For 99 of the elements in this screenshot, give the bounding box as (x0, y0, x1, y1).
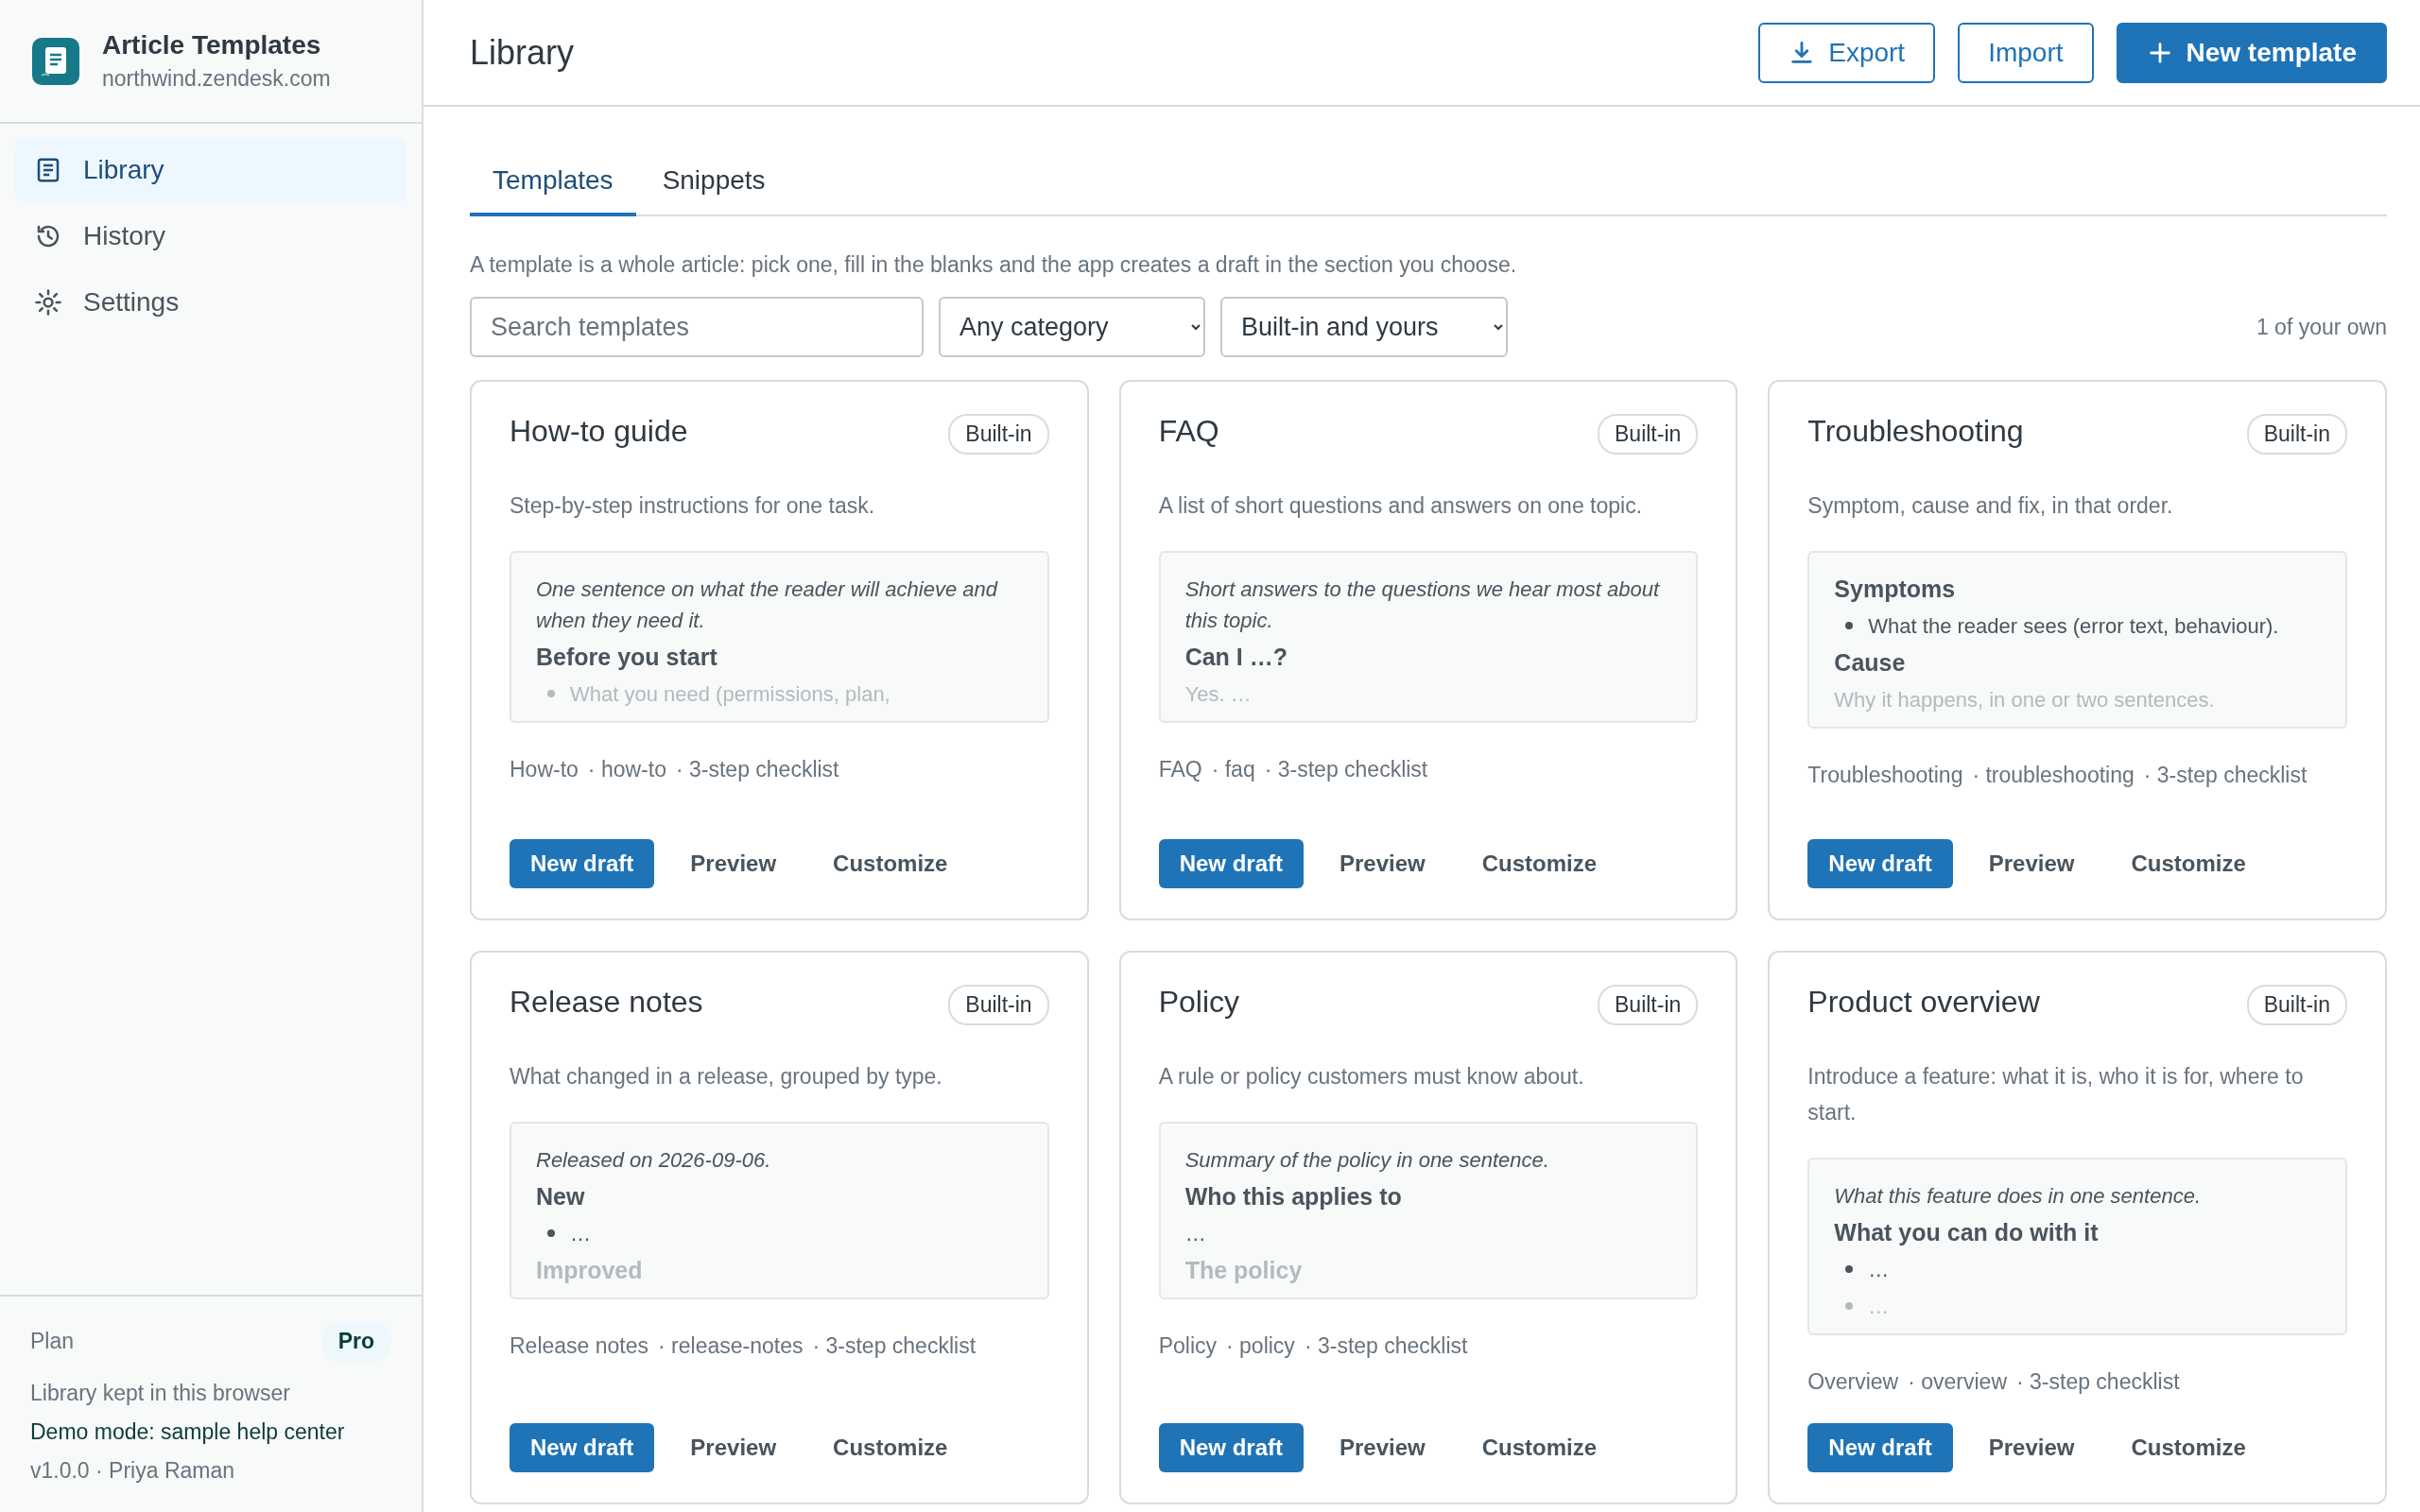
preview-heading: The policy (1184, 1256, 1304, 1284)
meta-tag: · 3-step checklist (2143, 762, 2308, 788)
meta-tag: · 3-step checklist (1264, 756, 1428, 782)
card-title: FAQ (1158, 414, 1219, 449)
page-title: Library (470, 32, 576, 73)
card-description: Symptom, cause and fix, in that order. (1807, 492, 2174, 520)
meta-tag: · policy (1226, 1332, 1295, 1359)
app-subtitle: northwind.zendesk.com (102, 66, 331, 92)
meta-tag: FAQ (1158, 756, 1202, 782)
card-title: Troubleshooting (1807, 414, 2024, 449)
settings-icon (34, 288, 62, 317)
tab[interactable]: Snippets (639, 152, 788, 216)
meta-tag: Overview (1807, 1368, 1899, 1395)
nav-item[interactable]: Settings (15, 271, 406, 334)
new-draft-button[interactable]: New draft (1158, 839, 1304, 888)
preview-button[interactable]: Preview (669, 839, 798, 888)
customize-button[interactable]: Customize (812, 839, 969, 888)
search-field[interactable]: Search templates (470, 297, 924, 357)
meta-tag: · release-notes (658, 1332, 804, 1359)
nav-item[interactable]: Library (15, 139, 406, 201)
intro-text: A template is a whole article: pick one, fill in the blanks and the app creates a draft in the section you choose. (470, 252, 1518, 278)
meta-tag: · 3-step checklist (675, 756, 839, 782)
card-description: Step-by-step instructions for one task. (510, 492, 876, 520)
tab[interactable]: Templates (470, 152, 636, 216)
preview-intro: One sentence on what the reader will achieve and when they need it. (536, 576, 999, 634)
source-dropdown[interactable]: Built-in and yours (1220, 297, 1508, 357)
card-description: A list of short questions and answers on one topic. (1158, 492, 1644, 520)
preview-bullet: … (1834, 1253, 2321, 1285)
new-draft-button[interactable]: New draft (1807, 1422, 1953, 1472)
preview-button[interactable]: Preview (1319, 839, 1446, 888)
card-title: How-to guide (510, 414, 688, 449)
meta-tag: · 3-step checklist (1304, 1332, 1468, 1359)
built-in-badge: Built-in (2246, 985, 2347, 1025)
own-count: 1 of your own (2256, 314, 2387, 340)
preview-heading: Can I …? (1184, 643, 1288, 671)
preview-bullet: … (536, 1217, 1023, 1249)
preview-bullet: What you need (permissions, plan, (536, 678, 1023, 710)
customize-button[interactable]: Customize (1461, 1422, 1618, 1472)
preview-button[interactable]: Preview (669, 1422, 798, 1472)
preview-heading: Improved (536, 1256, 644, 1284)
card-description: Introduce a feature: what it is, who it is for, where to start. (1807, 1063, 2305, 1126)
preview-intro: What this feature does in one sentence. (1834, 1182, 2202, 1210)
preview-heading: New (536, 1182, 586, 1211)
built-in-badge: Built-in (1598, 985, 1699, 1025)
preview-bullet: … (1834, 1290, 2321, 1322)
version-text: v1.0.0 · Priya Raman (30, 1458, 236, 1484)
preview-button[interactable]: Preview (1967, 839, 2096, 888)
card-title: Policy (1158, 985, 1239, 1020)
storage-note: Library kept in this browser (30, 1381, 291, 1406)
meta-tag: Policy (1158, 1332, 1217, 1359)
plan-label: Plan (30, 1329, 75, 1354)
meta-tag: · 3-step checklist (812, 1332, 977, 1359)
category-dropdown[interactable]: Any category (939, 297, 1205, 357)
preview-button[interactable]: Preview (1319, 1422, 1446, 1472)
meta-tag: · troubleshooting (1972, 762, 2135, 788)
preview-bullet: What the reader sees (error text, behaviour). (1834, 610, 2321, 642)
app-title: Article Templates (102, 30, 322, 60)
import-button[interactable]: Import (1958, 22, 2094, 83)
meta-tag: · 3-step checklist (2016, 1368, 2180, 1395)
card-title: Product overview (1807, 985, 2040, 1020)
preview-intro: Summary of the policy in one sentence. (1184, 1146, 1550, 1174)
new-button[interactable]: New template (2116, 22, 2387, 83)
meta-tag: Release notes (510, 1332, 649, 1359)
customize-button[interactable]: Customize (2110, 1422, 2267, 1472)
card-description: A rule or policy customers must know about. (1158, 1063, 1585, 1091)
meta-tag: · overview (1908, 1368, 2007, 1395)
built-in-badge: Built-in (948, 985, 1049, 1025)
app-logo-icon (32, 37, 79, 85)
new-draft-button[interactable]: New draft (1807, 839, 1953, 888)
new-draft-button[interactable]: New draft (510, 1422, 655, 1472)
preview-heading: Cause (1834, 648, 1907, 677)
demo-note: Demo mode: sample help center (30, 1419, 346, 1445)
preview-heading: Before you start (536, 643, 718, 671)
preview-heading: What you can do with it (1834, 1218, 2100, 1246)
customize-button[interactable]: Customize (2110, 839, 2267, 888)
customize-button[interactable]: Customize (1461, 839, 1618, 888)
new-draft-button[interactable]: New draft (1158, 1422, 1304, 1472)
preview-intro: Released on 2026-09-06. (536, 1146, 772, 1174)
customize-button[interactable]: Customize (812, 1422, 969, 1472)
card-description: What changed in a release, grouped by type. (510, 1063, 943, 1091)
meta-tag: · how-to (587, 756, 666, 782)
built-in-badge: Built-in (948, 414, 1049, 455)
new-draft-button[interactable]: New draft (510, 839, 655, 888)
nav-item[interactable]: History (15, 205, 406, 267)
preview-heading: Symptoms (1834, 575, 1957, 603)
export-button[interactable]: Export (1758, 22, 1936, 83)
preview-text: … (1184, 1220, 1207, 1247)
plan-badge: Pro (320, 1321, 391, 1362)
preview-button[interactable]: Preview (1967, 1422, 2096, 1472)
built-in-badge: Built-in (2246, 414, 2347, 455)
preview-intro: Short answers to the questions we hear most about this topic. (1184, 576, 1661, 634)
meta-tag: How-to (510, 756, 579, 782)
preview-text: Yes. … (1184, 680, 1253, 708)
built-in-badge: Built-in (1598, 414, 1699, 455)
meta-tag: Troubleshooting (1807, 762, 1963, 788)
card-title: Release notes (510, 985, 703, 1020)
preview-text: Why it happens, in one or two sentences. (1834, 686, 2216, 713)
meta-tag: · faq (1211, 756, 1255, 782)
preview-heading: Who this applies to (1184, 1182, 1403, 1211)
